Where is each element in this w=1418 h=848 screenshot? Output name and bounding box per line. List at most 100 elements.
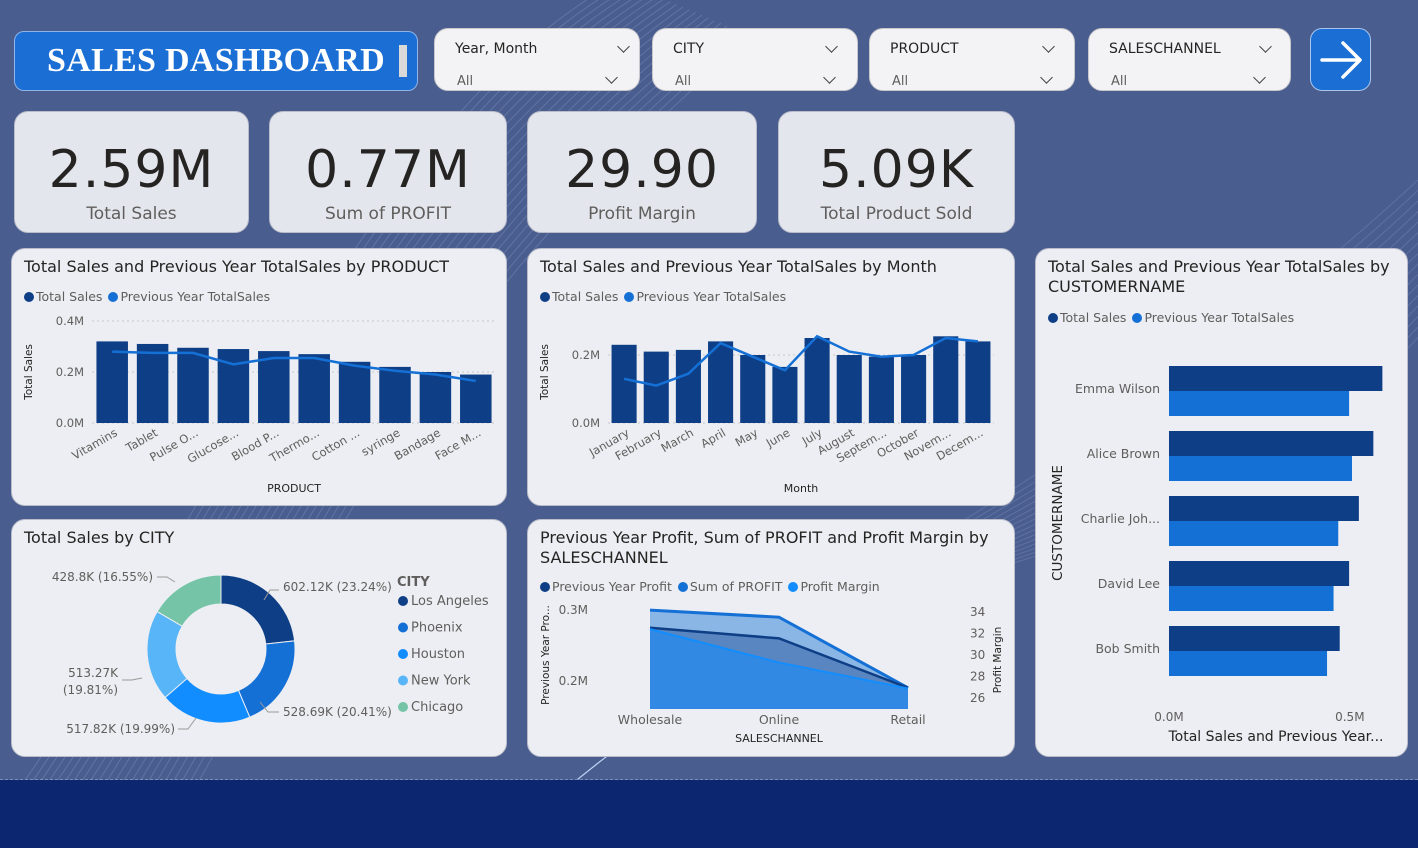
bar (1169, 366, 1383, 391)
y-right-axis-title: Profit Margin (992, 627, 1004, 694)
chevron-down-icon[interactable] (1259, 40, 1272, 53)
bar (419, 372, 452, 423)
next-page-button[interactable] (1310, 28, 1371, 91)
kpi-card-profit: 0.77M Sum of PROFIT (269, 111, 507, 233)
bar (379, 366, 411, 423)
y-tick-label: 0.2M (56, 365, 84, 379)
legend-dot (398, 596, 408, 606)
y-tick-label: Alice Brown (1087, 446, 1160, 461)
title-cursor (399, 45, 407, 77)
bar (772, 366, 798, 423)
y-tick-label: 0.2M (559, 674, 588, 688)
bar (740, 355, 766, 423)
bar (1169, 651, 1328, 676)
slicer-city[interactable]: CITY All (652, 28, 858, 91)
bar (258, 351, 290, 423)
x-tick-label: Online (759, 712, 800, 727)
y-right-tick-label: 30 (970, 648, 985, 662)
kpi-label: Profit Margin (588, 204, 696, 224)
y-tick-label: 0.0M (572, 416, 600, 430)
legend-label: Chicago (411, 700, 463, 715)
chevron-down-icon[interactable] (1253, 71, 1266, 84)
bar (836, 355, 862, 423)
x-tick-label: Wholesale (618, 712, 683, 727)
y-tick-label: Charlie Joh... (1081, 511, 1160, 526)
chart-panel-saleschannel: Previous Year Profit, Sum of PROFIT and … (527, 519, 1015, 757)
bar (1169, 626, 1340, 651)
x-tick-label: Face M... (433, 425, 484, 462)
product-chart-svg: 0.4M0.2M0.0MVitamins TabletPulse O...Gluc… (23, 314, 496, 495)
x-axis-title: PRODUCT (267, 482, 321, 495)
slicer-value: All (675, 74, 692, 89)
footer-band (0, 780, 1418, 848)
x-tick-label: Retail (890, 712, 925, 727)
kpi-card-profit-margin: 29.90 Profit Margin (527, 111, 757, 233)
legend-label: New York (411, 674, 471, 689)
kpi-label: Sum of PROFIT (325, 204, 451, 224)
slicer-year-month[interactable]: Year, Month All (434, 28, 640, 91)
month-chart-svg: 0.2M0.0MJanuaryFebruaryMarch April May June… (539, 334, 994, 495)
y-right-tick-label: 26 (970, 691, 985, 705)
x-axis-title: Total Sales and Previous Year... (1168, 729, 1384, 745)
kpi-value: 5.09K (819, 140, 974, 200)
slicer-label: CITY (673, 41, 705, 57)
slicer-label: Year, Month (455, 41, 538, 57)
legend-label: Los Angeles (411, 594, 489, 609)
slicer-product[interactable]: PRODUCT All (869, 28, 1075, 91)
chevron-down-icon[interactable] (605, 71, 618, 84)
y-right-tick-label: 34 (970, 605, 985, 619)
chart-panel-month: Total Sales and Previous Year TotalSales… (527, 248, 1015, 506)
x-tick-label: June (763, 425, 793, 450)
slicer-saleschannel[interactable]: SALESCHANNEL All (1088, 28, 1291, 91)
bar (901, 355, 927, 423)
bar (96, 341, 128, 423)
legend-dot (398, 702, 408, 712)
x-tick-label: 0.5M (1335, 710, 1364, 724)
bar (643, 351, 669, 423)
bar (1169, 586, 1334, 611)
bar (1169, 496, 1359, 521)
slicer-value: All (892, 74, 909, 89)
slicer-label: PRODUCT (890, 41, 959, 57)
y-axis-title: Total Sales (539, 344, 551, 401)
kpi-label: Total Sales (86, 204, 177, 224)
chevron-down-icon[interactable] (1042, 40, 1055, 53)
bar (298, 354, 330, 423)
chevron-down-icon[interactable] (823, 71, 836, 84)
y-tick-label: 0.4M (56, 314, 84, 328)
y-tick-label: Bob Smith (1095, 641, 1160, 656)
page-title: SALES DASHBOARD (47, 42, 385, 79)
kpi-value: 0.77M (305, 140, 471, 200)
bar (933, 336, 959, 423)
bar (177, 347, 209, 423)
city-chart-svg: 602.12K (23.24%) 528.69K (20.41%) 517.82K … (52, 570, 489, 736)
slicer-value: All (1111, 74, 1128, 89)
x-axis-title: Month (784, 482, 819, 495)
x-tick-label: March (659, 425, 696, 455)
bar (136, 343, 169, 423)
x-tick-label: May (733, 425, 761, 449)
y-tick-label: 0.3M (559, 603, 588, 617)
kpi-value: 29.90 (565, 140, 719, 200)
chevron-down-icon[interactable] (825, 40, 838, 53)
legend-dot (398, 622, 408, 633)
bar (675, 349, 701, 423)
bar (1169, 391, 1350, 416)
legend-title: CITY (397, 575, 430, 590)
chevron-down-icon[interactable] (1040, 71, 1053, 84)
y-right-tick-label: 32 (970, 626, 985, 640)
legend-dot (398, 649, 408, 659)
arrow-right-icon (1320, 41, 1362, 79)
bar (1169, 456, 1353, 481)
saleschannel-chart-svg: 0.3M 0.2M 34 32 30 28 26 Wholesale Online Retail S… (540, 603, 1004, 745)
chart-panel-customer: Total Sales and Previous Year TotalSales… (1035, 248, 1408, 757)
slicer-label: SALESCHANNEL (1109, 41, 1221, 57)
x-axis-title: SALESCHANNEL (735, 732, 824, 745)
y-tick-label: David Lee (1098, 576, 1160, 591)
bar (804, 338, 830, 423)
kpi-value: 2.59M (48, 140, 215, 200)
chart-panel-product: Total Sales and Previous Year TotalSales… (11, 248, 507, 506)
chevron-down-icon[interactable] (617, 40, 630, 53)
slicer-value: All (457, 74, 474, 89)
kpi-card-total-sales: 2.59M Total Sales (14, 111, 249, 233)
